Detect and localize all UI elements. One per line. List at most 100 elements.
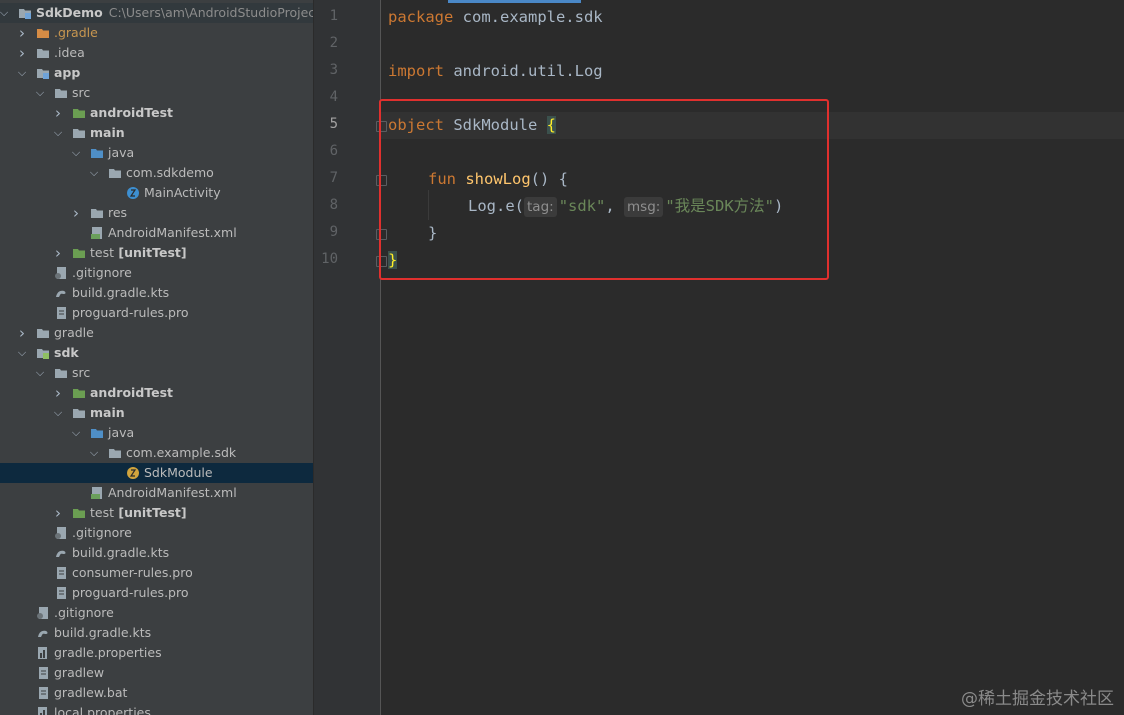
- tree-item-label: res: [108, 205, 128, 220]
- chevron-down-icon[interactable]: ⌵: [34, 363, 46, 383]
- tree-item[interactable]: ⌵ java: [0, 143, 313, 163]
- kotlin-object-icon: [126, 466, 140, 480]
- chevron-right-icon[interactable]: ›: [16, 43, 28, 63]
- folder-icon: [36, 326, 50, 340]
- file-icon: [54, 586, 68, 600]
- gradle-icon: [54, 546, 68, 560]
- tree-item[interactable]: ⌵ com.sdkdemo: [0, 163, 313, 183]
- tree-item[interactable]: › .gradle: [0, 23, 313, 43]
- file-ignore-icon: [36, 606, 50, 620]
- tree-item-label: AndroidManifest.xml: [108, 225, 237, 240]
- tree-item[interactable]: AndroidManifest.xml: [0, 223, 313, 243]
- chevron-right-icon[interactable]: ›: [52, 503, 64, 523]
- folder-source-icon: [72, 126, 86, 140]
- tree-item[interactable]: gradlew.bat: [0, 683, 313, 703]
- folder-test-icon: [72, 506, 86, 520]
- manifest-icon: [90, 486, 104, 500]
- tree-item-label: .idea: [54, 45, 85, 60]
- tree-item[interactable]: › androidTest: [0, 103, 313, 123]
- tree-item-label: .gitignore: [72, 265, 132, 280]
- folder-orange-icon: [36, 26, 50, 40]
- tree-item[interactable]: ⌵ main: [0, 403, 313, 423]
- folder-test-icon: [72, 246, 86, 260]
- chevron-down-icon[interactable]: ⌵: [0, 3, 10, 23]
- kotlin-class-icon: [126, 186, 140, 200]
- folder-source-icon: [72, 406, 86, 420]
- tree-item-label: sdk: [54, 345, 79, 360]
- line-number: 3: [329, 62, 338, 78]
- chevron-right-icon[interactable]: ›: [52, 103, 64, 123]
- tree-item[interactable]: › test [unitTest]: [0, 503, 313, 523]
- chevron-down-icon[interactable]: ⌵: [70, 143, 82, 163]
- tree-item-label: com.example.sdk: [126, 445, 237, 460]
- tree-item[interactable]: local.properties: [0, 703, 313, 715]
- chevron-down-icon[interactable]: ⌵: [16, 63, 28, 83]
- tree-item-label: SdkDemo C:\Users\am\AndroidStudioProjects…: [36, 5, 313, 20]
- folder-blue-icon: [90, 146, 104, 160]
- folder-res-icon: [90, 206, 104, 220]
- tree-item[interactable]: › androidTest: [0, 383, 313, 403]
- tree-item[interactable]: ⌵ java: [0, 423, 313, 443]
- chevron-down-icon[interactable]: ⌵: [52, 123, 64, 143]
- tree-item-label: java: [108, 425, 135, 440]
- tree-item-label: consumer-rules.pro: [72, 565, 193, 580]
- chevron-down-icon[interactable]: ⌵: [88, 163, 100, 183]
- line-number: 10: [321, 251, 338, 267]
- chevron-down-icon[interactable]: ⌵: [88, 443, 100, 463]
- tree-item-label: AndroidManifest.xml: [108, 485, 237, 500]
- tree-item[interactable]: ⌵ com.example.sdk: [0, 443, 313, 463]
- tree-item-label: SdkModule: [144, 465, 213, 480]
- gradle-icon: [54, 286, 68, 300]
- chevron-right-icon[interactable]: ›: [16, 23, 28, 43]
- chevron-down-icon[interactable]: ⌵: [70, 423, 82, 443]
- tree-item-label: com.sdkdemo: [126, 165, 214, 180]
- file-icon: [36, 686, 50, 700]
- tree-item[interactable]: .gitignore: [0, 523, 313, 543]
- chevron-down-icon[interactable]: ⌵: [16, 343, 28, 363]
- tree-item-label: gradlew: [54, 665, 105, 680]
- tree-item[interactable]: proguard-rules.pro: [0, 303, 313, 323]
- line-number-gutter: 1 2 3 4 5 6 7 8 9 10: [314, 0, 380, 715]
- tree-item-label: test [unitTest]: [90, 245, 187, 260]
- tree-item-label: gradle.properties: [54, 645, 162, 660]
- tree-item[interactable]: › res: [0, 203, 313, 223]
- chevron-right-icon[interactable]: ›: [52, 243, 64, 263]
- tree-item[interactable]: ⌵ SdkDemo C:\Users\am\AndroidStudioProject…: [0, 3, 313, 23]
- file-icon: [36, 666, 50, 680]
- chevron-down-icon[interactable]: ⌵: [52, 403, 64, 423]
- tree-item-label: main: [90, 405, 125, 420]
- chevron-right-icon[interactable]: ›: [16, 323, 28, 343]
- chevron-right-icon[interactable]: ›: [70, 203, 82, 223]
- tree-item[interactable]: MainActivity: [0, 183, 313, 203]
- tree-item[interactable]: ⌵ main: [0, 123, 313, 143]
- tree-item[interactable]: build.gradle.kts: [0, 543, 313, 563]
- tree-item-label: proguard-rules.pro: [72, 305, 189, 320]
- tree-item[interactable]: ⌵ src: [0, 363, 313, 383]
- tree-item[interactable]: build.gradle.kts: [0, 623, 313, 643]
- tree-item[interactable]: ⌵ sdk: [0, 343, 313, 363]
- tree-item[interactable]: › gradle: [0, 323, 313, 343]
- tree-item-label: src: [72, 365, 91, 380]
- tree-item-label: androidTest: [90, 105, 174, 120]
- line-number: 9: [329, 224, 338, 240]
- tree-item[interactable]: gradlew: [0, 663, 313, 683]
- chevron-right-icon[interactable]: ›: [52, 383, 64, 403]
- tree-item[interactable]: .gitignore: [0, 263, 313, 283]
- tree-item[interactable]: AndroidManifest.xml: [0, 483, 313, 503]
- tree-item[interactable]: › .idea: [0, 43, 313, 63]
- tree-item[interactable]: proguard-rules.pro: [0, 583, 313, 603]
- tree-item[interactable]: gradle.properties: [0, 643, 313, 663]
- tree-item[interactable]: ⌵ src: [0, 83, 313, 103]
- tree-item[interactable]: SdkModule: [0, 463, 313, 483]
- tree-item[interactable]: .gitignore: [0, 603, 313, 623]
- tree-item-label: test [unitTest]: [90, 505, 187, 520]
- line-number: 5: [329, 116, 338, 132]
- tree-item[interactable]: › test [unitTest]: [0, 243, 313, 263]
- tree-item[interactable]: consumer-rules.pro: [0, 563, 313, 583]
- folder-icon: [36, 46, 50, 60]
- file-icon: [54, 306, 68, 320]
- tree-item[interactable]: ⌵ app: [0, 63, 313, 83]
- tree-item-label: MainActivity: [144, 185, 221, 200]
- chevron-down-icon[interactable]: ⌵: [34, 83, 46, 103]
- tree-item[interactable]: build.gradle.kts: [0, 283, 313, 303]
